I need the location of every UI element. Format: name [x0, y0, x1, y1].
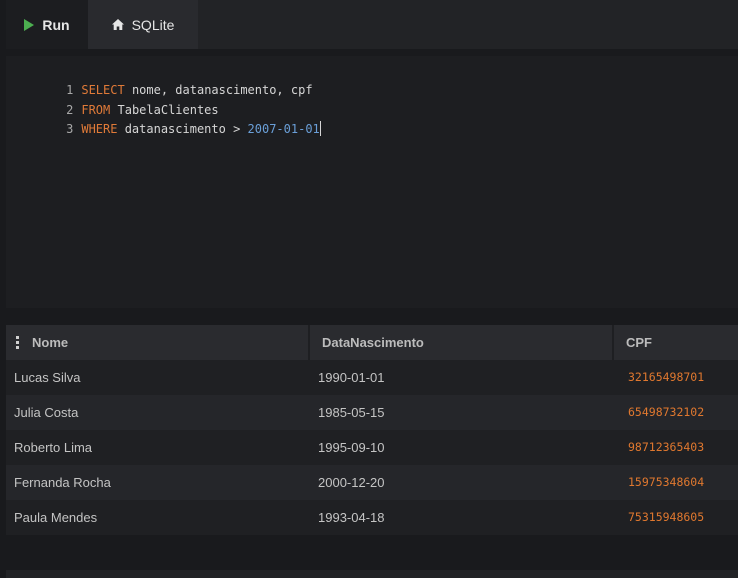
sql-editor[interactable]: 1 SELECT nome, datanascimento, cpf 2 FROM … [6, 56, 738, 308]
table-row: Paula Mendes 1993-04-18 75315948605 [6, 500, 738, 535]
column-menu-icon[interactable] [16, 336, 19, 349]
run-button[interactable]: Run [6, 0, 88, 49]
sql-keyword: WHERE [81, 122, 118, 136]
cell-cpf: 32165498701 [628, 370, 705, 384]
code-line: 1 SELECT nome, datanascimento, cpf [6, 62, 312, 97]
table-row: Julia Costa 1985-05-15 65498732102 [6, 395, 738, 430]
home-icon [111, 19, 124, 30]
sql-runner-app: Run SQLite 1 SELECT nome, datanascimento,… [0, 0, 738, 578]
cell-cpf: 15975348604 [628, 475, 705, 489]
toolbar: Run SQLite [6, 0, 738, 49]
cell-datanascimento: 1990-01-01 [318, 370, 385, 385]
column-header-datanascimento[interactable]: DataNascimento [322, 325, 424, 360]
cell-nome: Paula Mendes [14, 510, 98, 525]
code-line: 2 FROM TabelaClientes [6, 82, 219, 117]
code-line: 3 WHERE datanascimento > 2007-01-01 [6, 101, 321, 136]
cell-nome: Lucas Silva [14, 370, 81, 385]
table-row: Fernanda Rocha 2000-12-20 15975348604 [6, 465, 738, 500]
table-footer [6, 535, 738, 571]
table-row: Lucas Silva 1990-01-01 32165498701 [6, 360, 738, 395]
column-divider[interactable] [308, 325, 310, 360]
results-table: Nome DataNascimento CPF Lucas Silva 1990… [6, 325, 738, 571]
run-button-label: Run [42, 16, 70, 33]
cell-nome: Julia Costa [14, 405, 79, 420]
cell-nome: Fernanda Rocha [14, 475, 111, 490]
table-header: Nome DataNascimento CPF [6, 325, 738, 360]
cell-datanascimento: 1993-04-18 [318, 510, 385, 525]
text-cursor [319, 121, 321, 136]
cell-datanascimento: 1985-05-15 [318, 405, 385, 420]
column-header-nome[interactable]: Nome [32, 325, 68, 360]
sql-literal: 2007-01-01 [247, 122, 320, 136]
table-row: Roberto Lima 1995-09-10 98712365403 [6, 430, 738, 465]
column-header-cpf[interactable]: CPF [626, 325, 652, 360]
sql-identifier: datanascimento > [117, 122, 248, 136]
column-divider[interactable] [612, 325, 614, 360]
cell-cpf: 65498732102 [628, 405, 705, 419]
cell-datanascimento: 2000-12-20 [318, 475, 385, 490]
database-tab-sqlite[interactable]: SQLite [88, 0, 198, 49]
cell-datanascimento: 1995-09-10 [318, 440, 385, 455]
database-tab-label: SQLite [131, 16, 175, 33]
line-number: 3 [66, 122, 74, 136]
play-icon [24, 18, 35, 31]
cell-cpf: 75315948605 [628, 510, 705, 524]
bottom-bar [6, 570, 738, 578]
cell-nome: Roberto Lima [14, 440, 93, 455]
cell-cpf: 98712365403 [628, 440, 705, 454]
